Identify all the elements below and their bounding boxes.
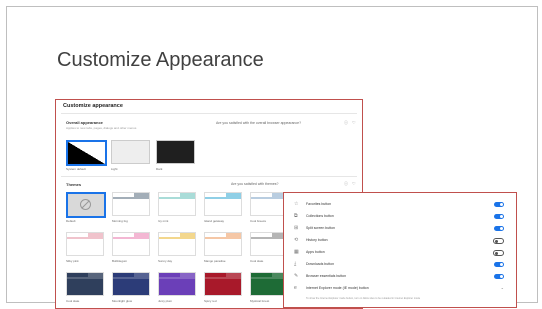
theme-option[interactable] [158,232,196,256]
theme-option[interactable] [66,232,104,256]
appearance-option[interactable] [111,140,150,164]
chevron-down-icon[interactable]: ⌄ [501,285,504,290]
theme-option[interactable] [158,192,196,216]
theme-label: Island getaway [204,219,225,223]
toggle-switch[interactable] [494,214,504,219]
toolbar-setting-row: ☆ Favorites button [284,199,516,211]
toolbar-item-label: Favorites button [306,202,332,206]
toolbar-setting-row: e Internet Explorer mode (IE mode) button… [284,283,516,295]
toolbar-item-label: History button [306,238,328,242]
toolbar-item-label: Split screen button [306,226,335,230]
theme-bar-swatch [113,197,149,199]
theme-bar-swatch [67,237,103,239]
theme-bar-swatch [67,277,103,279]
toolbar-item-icon: e [294,285,297,291]
theme-bar-swatch [251,197,287,199]
toggle-switch[interactable] [494,274,504,279]
toolbar-item-icon: ⤓ [294,261,297,267]
appearance-option-label: Light [111,167,118,171]
theme-option[interactable] [66,272,104,296]
theme-label: Icy mint [158,219,169,223]
theme-bar-swatch [251,277,287,279]
theme-label: Mango paradise [204,259,226,263]
toolbar-item-label: Apps button [306,250,325,254]
toolbar-item-label: Internet Explorer mode (IE mode) button [306,286,369,290]
overall-appearance-question: Are you satisfied with the overall brows… [216,121,302,125]
toolbar-item-label: Collections button [306,214,334,218]
theme-option[interactable] [112,272,150,296]
theme-label: Silky pink [66,259,79,263]
toggle-switch[interactable] [494,262,504,267]
toolbar-item-icon: ▦ [294,249,299,255]
theme-label: Default [66,219,76,223]
themes-title: Themes [66,182,82,187]
theme-bar-swatch [251,237,287,239]
divider [61,176,357,177]
theme-label: Juicy plum [158,299,173,303]
toolbar-item-icon: ✎ [294,273,299,279]
feedback-icon[interactable]: ♡ [352,181,356,186]
screenshot-title: Customize appearance [63,103,123,109]
theme-option[interactable] [204,232,242,256]
theme-bar-swatch [205,277,241,279]
slide: Customize Appearance Customize appearanc… [6,6,538,309]
theme-bar-swatch [113,277,149,279]
divider [61,113,357,114]
appearance-option[interactable] [156,140,195,164]
toolbar-setting-row: ⊞ Split screen button [284,223,516,235]
toolbar-setting-row: ⟲ History button [284,235,516,247]
toolbar-setting-row: ⤓ Downloads button [284,259,516,271]
info-icon[interactable]: ⓘ [344,181,348,187]
theme-label: Morning fog [112,219,128,223]
toolbar-item-icon: ☆ [294,201,299,207]
theme-label: Cool breeze [250,219,267,223]
appearance-option-label: Dark [156,167,163,171]
toolbar-item-icon: ⊞ [294,225,299,231]
toolbar-item-label: Browser essentials button [306,274,347,278]
theme-bar-swatch [159,197,195,199]
theme-label: Spicy red [204,299,217,303]
toggle-switch[interactable] [494,226,504,231]
appearance-option[interactable] [66,140,107,166]
toolbar-item-icon: ⟲ [294,237,299,243]
toolbar-setting-row: ⧉ Collections button [284,211,516,223]
appearance-option-label: System default [66,167,86,171]
overall-appearance-title: Overall appearance [66,120,103,125]
no-theme-icon [80,199,91,210]
theme-option[interactable] [66,192,106,218]
theme-option[interactable] [158,272,196,296]
theme-label: Cool slate [66,299,80,303]
theme-label: Moonlight glow [112,299,133,303]
slide-title: Customize Appearance [57,49,264,71]
toolbar-setting-row: ✎ Browser essentials button [284,271,516,283]
toolbar-buttons-panel: ☆ Favorites button ⧉ Collections button ⊞ Spl… [283,192,517,308]
theme-label: Sunny day [158,259,173,263]
theme-bar-swatch [205,237,241,239]
info-icon[interactable]: ⓘ [344,120,348,126]
theme-option[interactable] [112,192,150,216]
toggle-switch[interactable] [493,250,504,256]
feedback-icon[interactable]: ♡ [352,120,356,125]
ie-mode-subtext: To show the Internet Explorer mode butto… [306,297,421,300]
theme-bar-swatch [159,237,195,239]
theme-option[interactable] [112,232,150,256]
theme-label: Mystical forest [250,299,270,303]
theme-option[interactable] [204,272,242,296]
toolbar-item-label: Downloads button [306,262,335,266]
theme-label: Cool slate [250,259,264,263]
themes-question: Are you satisfied with themes? [231,182,279,186]
theme-bar-swatch [205,197,241,199]
theme-bar-swatch [113,237,149,239]
theme-bar-swatch [159,277,195,279]
overall-appearance-subtitle: Applies to new tabs, pages, dialogs and … [66,126,137,130]
toggle-switch[interactable] [494,202,504,207]
toggle-switch[interactable] [493,238,504,244]
theme-option[interactable] [204,192,242,216]
toolbar-item-icon: ⧉ [294,213,298,219]
toolbar-setting-row: ▦ Apps button [284,247,516,259]
theme-label: Bubblegum [112,259,128,263]
